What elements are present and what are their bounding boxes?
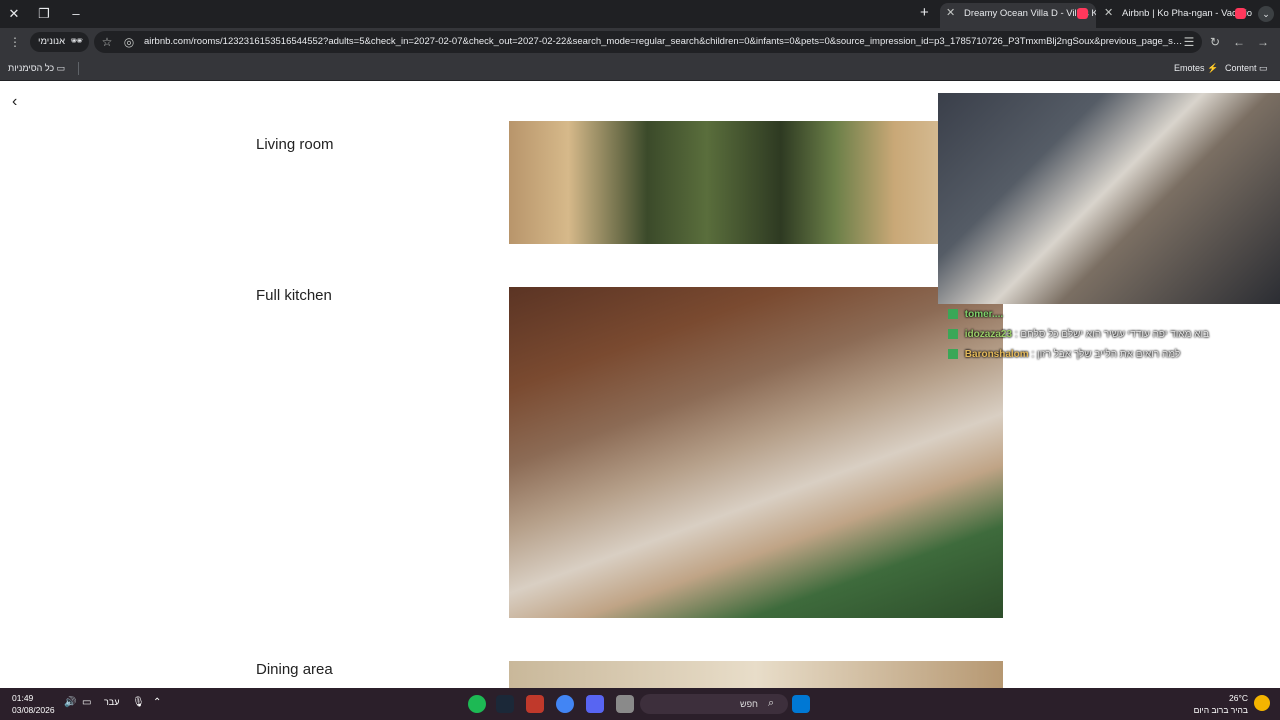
app-icon[interactable] (526, 695, 544, 713)
all-bookmarks-label: כל הסימניות (8, 63, 55, 73)
weather-sun-icon (1254, 695, 1270, 711)
volume-icon[interactable]: 🔊 (64, 697, 76, 708)
folder-icon: ▭ (1259, 63, 1268, 73)
bookmarks-bar: כל הסימניות ▭ Emotes ⚡ Content ▭ (0, 56, 1280, 81)
chat-text: : בוא מאוד יפה עודדי עשיר הוא ישלם כל סל… (1014, 329, 1210, 340)
back-chevron-icon[interactable]: ‹ (12, 93, 30, 111)
discord-icon[interactable] (586, 695, 604, 713)
tab-close-icon[interactable]: ✕ (946, 3, 955, 24)
weather-widget[interactable]: 26°C בהיר ברוב היום (1192, 692, 1248, 716)
browser-toolbar: ⋮ אנונימי 🕶 ☆ ◎ airbnb.com/rooms/1232316… (0, 28, 1280, 56)
chat-text: : למה רואים את הלייב שלך אבל רזון (1031, 349, 1181, 360)
reload-icon[interactable]: ↻ (1206, 33, 1224, 51)
browser-titlebar: ✕ ❐ – + ✕ Dreamy Ocean Villa D - Villas … (0, 0, 1280, 28)
file-explorer-icon[interactable] (616, 695, 634, 713)
incognito-label: אנונימי (38, 36, 66, 47)
airbnb-favicon-icon (1077, 8, 1088, 19)
chat-badge-icon (948, 349, 958, 360)
eye-slash-icon[interactable]: ◎ (120, 33, 138, 51)
clock-time: 01:49 (12, 693, 34, 703)
tab-dreamy-ocean-villa[interactable]: ✕ Dreamy Ocean Villa D - Villas K (940, 3, 1096, 28)
menu-dots-icon[interactable]: ⋮ (6, 33, 24, 51)
stream-chat-overlay: tomer.... idozaza23 : בוא מאוד יפה עודדי… (948, 305, 1268, 365)
chat-message: tomer.... (948, 305, 1268, 325)
chat-username: Baronshalom (964, 349, 1029, 360)
bookmark-star-icon[interactable]: ☆ (98, 33, 116, 51)
webcam-overlay (938, 93, 1280, 304)
back-arrow-icon[interactable]: ← (1230, 33, 1248, 51)
windows-taskbar: 01:49 03/08/2026 🔊 ▭ עבר 🎙 ⌃ חפש ⌕ 26°C … (0, 688, 1280, 720)
emotes-icon: ⚡ (1207, 63, 1219, 73)
chat-badge-icon (948, 329, 958, 340)
language-indicator[interactable]: עבר (104, 697, 119, 707)
chat-message: Baronshalom : למה רואים את הלייב שלך אבל… (948, 345, 1268, 365)
windows-start-icon[interactable] (792, 695, 810, 713)
folder-icon: ▭ (56, 63, 66, 73)
minimize-window-icon[interactable]: – (66, 4, 86, 24)
chat-username: tomer.... (964, 309, 1004, 320)
restore-window-icon[interactable]: ❐ (34, 4, 54, 24)
room-label-dining-area: Dining area (256, 661, 333, 678)
tab-airbnb-ko-phangan[interactable]: ✕ Airbnb | Ko Pha-ngan - Vacatio (1098, 3, 1254, 28)
chrome-icon[interactable] (556, 695, 574, 713)
address-bar[interactable]: ☆ ◎ airbnb.com/rooms/1232316153516544552… (94, 31, 1202, 53)
clock[interactable]: 01:49 03/08/2026 (12, 692, 55, 716)
bookmark-content[interactable]: Content ▭ (1225, 61, 1268, 75)
dining-area-photo[interactable] (509, 661, 1003, 688)
url-text[interactable]: airbnb.com/rooms/1232316153516544552?adu… (144, 31, 1184, 53)
bookmarks-divider (78, 62, 79, 75)
search-placeholder: חפש (740, 699, 758, 709)
all-bookmarks-folder[interactable]: כל הסימניות ▭ (8, 61, 65, 75)
microphone-icon[interactable]: 🎙 (132, 697, 145, 708)
living-room-photo[interactable] (509, 121, 1003, 244)
tab-title: Airbnb | Ko Pha-ngan - Vacatio (1122, 8, 1253, 19)
full-kitchen-photo[interactable] (509, 287, 1003, 618)
bookmark-content-label: Content (1225, 63, 1257, 73)
search-icon: ⌕ (768, 697, 775, 709)
bookmark-emotes-label: Emotes (1174, 63, 1205, 73)
chat-badge-icon (948, 309, 958, 320)
chat-message: idozaza23 : בוא מאוד יפה עודדי עשיר הוא … (948, 325, 1268, 345)
airbnb-favicon-icon (1235, 8, 1246, 19)
chat-username: idozaza23 (964, 329, 1013, 340)
taskbar-search[interactable]: חפש ⌕ (640, 694, 788, 714)
weather-temp: 26°C (1229, 693, 1248, 703)
bookmark-emotes[interactable]: Emotes ⚡ (1174, 61, 1218, 75)
page-content: ‹ Living room Full kitchen Dining area t… (0, 81, 1280, 688)
steam-icon[interactable] (496, 695, 514, 713)
forward-arrow-icon[interactable]: → (1254, 33, 1272, 51)
incognito-icon: 🕶 (70, 36, 84, 47)
spotify-icon[interactable] (468, 695, 486, 713)
room-label-living-room: Living room (256, 136, 334, 153)
tab-search-chevron-icon[interactable]: ⌄ (1258, 6, 1274, 22)
weather-desc: בהיר ברוב היום (1193, 705, 1248, 715)
tray-chevron-up-icon[interactable]: ⌃ (153, 697, 161, 708)
new-tab-icon[interactable]: + (920, 4, 929, 21)
network-icon[interactable]: ▭ (82, 697, 91, 708)
incognito-badge[interactable]: אנונימי 🕶 (30, 32, 90, 52)
tune-icon[interactable]: ☰ (1180, 33, 1198, 51)
clock-date: 03/08/2026 (12, 705, 55, 715)
tab-close-icon[interactable]: ✕ (1104, 3, 1113, 24)
close-window-icon[interactable]: ✕ (4, 4, 24, 24)
room-label-full-kitchen: Full kitchen (256, 287, 332, 304)
